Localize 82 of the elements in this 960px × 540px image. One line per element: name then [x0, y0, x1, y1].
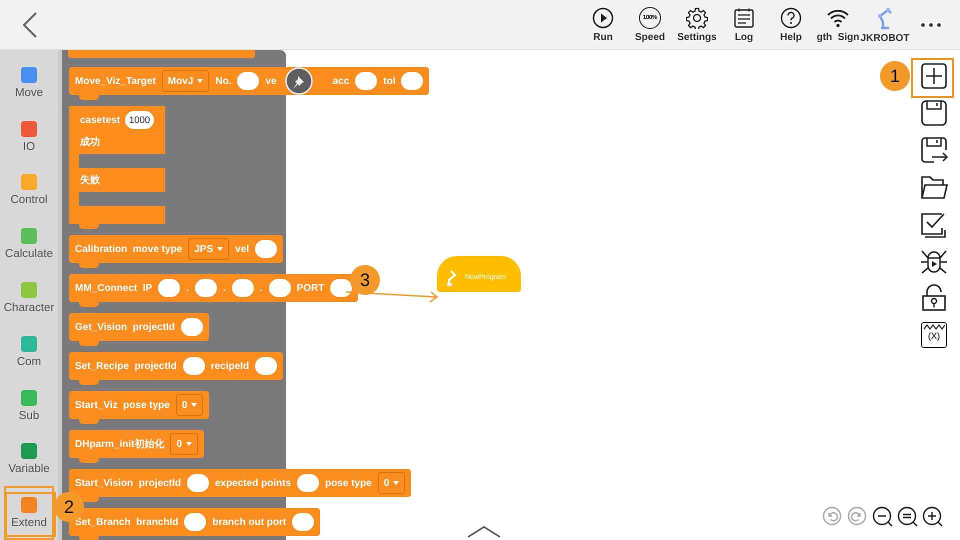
category-tab[interactable]: Com	[4, 324, 54, 379]
reset-icon[interactable]	[897, 506, 919, 528]
block-input[interactable]	[180, 318, 203, 336]
settings-icon	[686, 6, 708, 28]
side-tool[interactable]	[920, 284, 948, 312]
block-input[interactable]	[255, 357, 278, 375]
category-tab[interactable]: Sub	[4, 378, 54, 432]
block-label: casetest	[80, 114, 120, 126]
side-tool[interactable]	[920, 99, 948, 127]
block-label: DHparm_init初始化	[75, 437, 164, 451]
folder-icon	[920, 173, 948, 201]
highlight-frame	[911, 58, 954, 98]
block-label: PORT	[296, 282, 324, 294]
side-tool[interactable]	[920, 62, 948, 90]
block-label: vel	[235, 244, 250, 254]
block-label: tol	[383, 76, 396, 86]
block-input[interactable]	[401, 72, 424, 90]
toolbar-button[interactable]: JKROBOT	[862, 0, 908, 48]
category-tab[interactable]: Control	[4, 164, 54, 218]
side-tool[interactable]	[920, 136, 948, 164]
block-input[interactable]	[158, 279, 180, 297]
block-input[interactable]	[237, 72, 260, 90]
side-tool[interactable]	[920, 210, 948, 238]
block-label: Calibration move type	[75, 244, 182, 254]
side-tool[interactable]: (X)	[920, 321, 948, 349]
block-label: 失败	[80, 174, 100, 187]
category-tab[interactable]: Calculate	[4, 217, 54, 272]
toolbar-button[interactable]: Run	[580, 0, 626, 48]
block-input[interactable]	[292, 513, 314, 531]
block-input[interactable]	[255, 240, 278, 258]
block-input[interactable]	[268, 279, 291, 297]
chevron-up-icon[interactable]	[467, 526, 501, 538]
block-label: Move_Viz_Target	[75, 76, 156, 86]
highlight-frame	[5, 492, 56, 537]
block-input[interactable]	[186, 474, 209, 492]
block-label: .	[260, 282, 263, 294]
block-input[interactable]	[184, 513, 206, 531]
block-label: Start_Viz pose type	[75, 400, 170, 410]
callout-badge: 3	[350, 265, 380, 295]
play-icon	[592, 6, 614, 28]
callout-badge: 1	[880, 61, 910, 91]
category-tab[interactable]: Character	[4, 271, 54, 325]
block-label: Set_Recipe projectId	[75, 360, 177, 372]
block-input[interactable]	[297, 474, 320, 492]
block-label: branch out port	[212, 516, 286, 528]
pin-icon[interactable]	[284, 67, 313, 95]
block-input[interactable]	[232, 279, 254, 297]
block-input[interactable]	[195, 279, 218, 297]
category-tab[interactable]: Extend	[4, 486, 54, 540]
block-input[interactable]	[182, 357, 205, 375]
side-tool[interactable]	[920, 173, 948, 201]
toolbar-button[interactable]: Help	[768, 0, 814, 48]
zoom-in-icon[interactable]	[922, 506, 944, 528]
log-icon	[733, 6, 755, 28]
block-label: recipeId	[210, 360, 250, 372]
toolbar-button[interactable]: gth Sign	[815, 0, 861, 48]
block-label: 成功	[80, 136, 100, 149]
block-label: ve	[265, 76, 277, 86]
check-icon	[920, 210, 948, 238]
toolbar-button[interactable]: Settings	[674, 0, 720, 48]
block-input[interactable]	[355, 72, 378, 90]
block-label: pose type	[325, 478, 372, 488]
zoom-out-icon[interactable]	[872, 506, 894, 528]
more-icon[interactable]	[920, 22, 942, 28]
category-tab[interactable]: Move	[4, 56, 54, 110]
block-label: .	[223, 282, 226, 294]
block-label: Get_Vision projectId	[75, 322, 175, 332]
block-label: acc	[332, 76, 350, 86]
help-icon	[780, 6, 802, 28]
add-icon	[920, 62, 948, 90]
lock-icon	[920, 284, 948, 312]
block-label: Start_Vision projectId	[75, 478, 181, 488]
category-tab[interactable]: Variable	[4, 432, 54, 486]
category-tab[interactable]: IO	[4, 110, 54, 164]
block-input[interactable]	[330, 279, 352, 297]
block-label: No.	[215, 76, 232, 86]
toolbar-button[interactable]: Log	[721, 0, 767, 48]
block-label: expected points	[214, 478, 292, 488]
save-icon	[920, 99, 948, 127]
save-as-icon	[920, 136, 948, 164]
block-label: MM_Connect IP	[75, 282, 152, 294]
block-label: .	[186, 282, 190, 294]
